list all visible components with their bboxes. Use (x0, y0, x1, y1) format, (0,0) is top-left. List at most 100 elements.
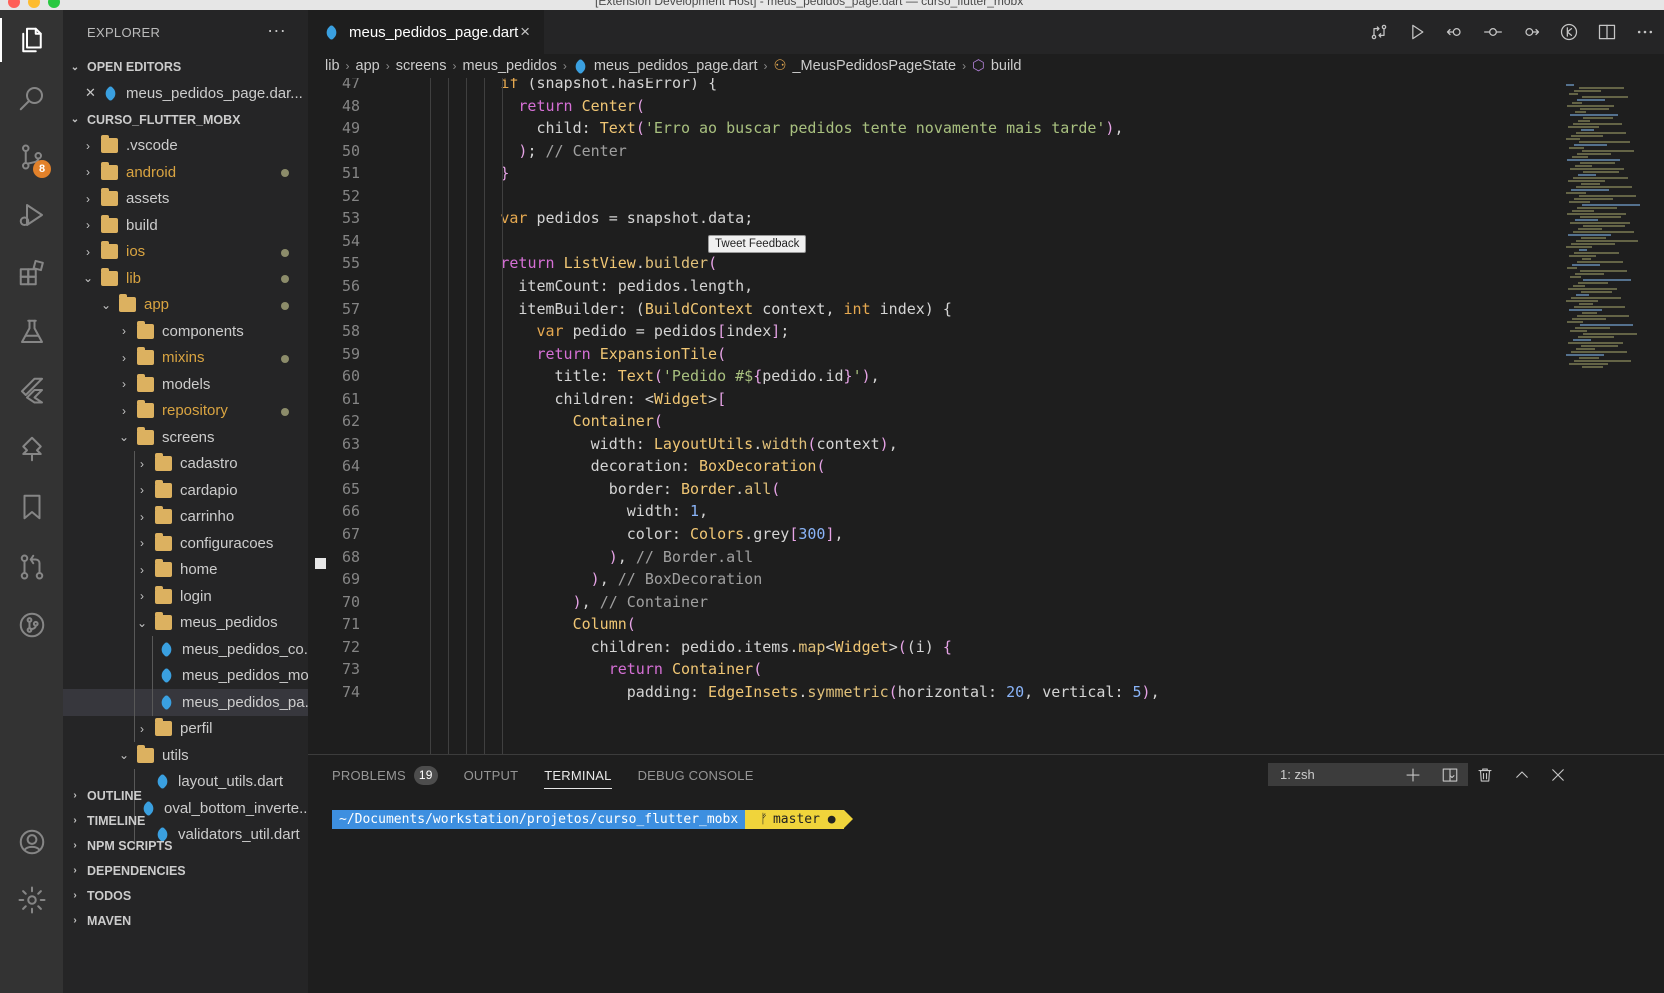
code-line[interactable]: 64 decoration: BoxDecoration( (308, 455, 1560, 479)
activity-bookmarks[interactable] (0, 477, 63, 537)
panel-tab-debug-console[interactable]: DEBUG CONSOLE (638, 755, 754, 795)
panel-tab-problems[interactable]: PROBLEMS 19 (332, 755, 438, 795)
code-line[interactable]: 52 (308, 185, 1560, 209)
breadcrumb-item[interactable]: app (356, 58, 380, 74)
code-line[interactable]: 63 width: LayoutUtils.width(context), (308, 433, 1560, 457)
split-terminal-button[interactable] (1439, 764, 1461, 786)
tree-item[interactable]: › cadastro (63, 450, 308, 477)
section-outline[interactable]: › OUTLINE (63, 783, 308, 808)
tree-item[interactable]: › components (63, 318, 308, 345)
tree-item[interactable]: › login (63, 583, 308, 610)
code-line[interactable]: 72 children: pedido.items.map<Widget>((i)… (308, 636, 1560, 660)
project-header[interactable]: ⌄ CURSO_FLUTTER_MOBX (63, 107, 308, 133)
tree-item[interactable]: ⌄ screens (63, 424, 308, 451)
code-line[interactable]: 67 color: Colors.grey[300], (308, 523, 1560, 547)
more-actions-icon[interactable]: ··· (267, 20, 286, 41)
code-line[interactable]: 49 child: Text('Erro ao buscar pedidos te… (308, 117, 1560, 141)
code-line[interactable]: 74 padding: EdgeInsets.symmetric(horizont… (308, 681, 1560, 705)
section-maven[interactable]: › MAVEN (63, 908, 308, 933)
breadcrumb-item[interactable]: meus_pedidos_page.dart (594, 58, 758, 74)
breadcrumb-item[interactable]: meus_pedidos (463, 58, 557, 74)
tree-item[interactable]: › models (63, 371, 308, 398)
code-line[interactable]: 59 return ExpansionTile( (308, 343, 1560, 367)
activity-tree[interactable] (0, 419, 63, 479)
more-editor-actions-button[interactable] (1626, 10, 1664, 54)
code-editor[interactable]: Tweet Feedback 47 if (snapshot.hasError) … (308, 78, 1560, 754)
tree-item[interactable]: meus_pedidos_mo... (63, 662, 308, 689)
tree-item[interactable]: › .vscode (63, 133, 308, 160)
code-line[interactable]: 55 return ListView.builder( (308, 252, 1560, 276)
tree-item[interactable]: › home (63, 556, 308, 583)
activity-flutter[interactable] (0, 360, 63, 420)
go-forward-button[interactable] (1512, 10, 1550, 54)
zoom-window-button[interactable] (48, 0, 60, 8)
activity-accounts[interactable] (0, 812, 63, 872)
close-panel-button[interactable] (1547, 764, 1569, 786)
tree-item[interactable]: › android (63, 159, 308, 186)
terminal-select[interactable]: 1: zsh ⌄ (1268, 763, 1468, 786)
activity-pull-requests[interactable] (0, 537, 63, 597)
code-line[interactable]: 66 width: 1, (308, 500, 1560, 524)
code-line[interactable]: 54 (308, 230, 1560, 254)
activity-manage[interactable] (0, 870, 63, 930)
activity-search[interactable] (0, 68, 63, 128)
tree-item[interactable]: › carrinho (63, 503, 308, 530)
code-line[interactable]: 60 title: Text('Pedido #${pedido.id}'), (308, 365, 1560, 389)
close-icon[interactable]: ✕ (85, 85, 99, 101)
section-dependencies[interactable]: › DEPENDENCIES (63, 858, 308, 883)
section-timeline[interactable]: › TIMELINE (63, 808, 308, 833)
tree-item[interactable]: › perfil (63, 715, 308, 742)
code-line[interactable]: 68), // Border.all (308, 546, 1560, 570)
tree-item[interactable]: ⌄ lib (63, 265, 308, 292)
tree-item[interactable]: › build (63, 212, 308, 239)
tree-item[interactable]: › cardapio (63, 477, 308, 504)
minimize-window-button[interactable] (28, 0, 40, 8)
go-back-button[interactable] (1436, 10, 1474, 54)
tree-item[interactable]: › configuracoes (63, 530, 308, 557)
commit-button[interactable] (1474, 10, 1512, 54)
breadcrumb-item[interactable]: build (991, 58, 1022, 74)
code-line[interactable]: 65 border: Border.all( (308, 478, 1560, 502)
code-line[interactable]: 56 itemCount: pedidos.length, (308, 275, 1560, 299)
code-line[interactable]: 62 Container( (308, 410, 1560, 434)
section-npm-scripts[interactable]: › NPM SCRIPTS (63, 833, 308, 858)
code-line[interactable]: 57 itemBuilder: (BuildContext context, in… (308, 298, 1560, 322)
code-line[interactable]: 53 var pedidos = snapshot.data; (308, 207, 1560, 231)
git-lens-button[interactable] (1550, 10, 1588, 54)
maximize-panel-button[interactable] (1511, 764, 1533, 786)
code-line[interactable]: 73 return Container( (308, 658, 1560, 682)
breadcrumb-item[interactable]: lib (325, 58, 340, 74)
compare-changes-button[interactable] (1360, 10, 1398, 54)
code-line[interactable]: 50); // Center (308, 140, 1560, 164)
code-line[interactable]: 58 var pedido = pedidos[index]; (308, 320, 1560, 344)
breadcrumb-item[interactable]: screens (396, 58, 447, 74)
panel-tab-output[interactable]: OUTPUT (464, 755, 519, 795)
activity-git-graph[interactable] (0, 595, 63, 655)
tree-item[interactable]: › repository (63, 398, 308, 425)
section-todos[interactable]: › TODOS (63, 883, 308, 908)
open-editors-header[interactable]: ⌄ OPEN EDITORS (63, 54, 308, 80)
split-editor-button[interactable] (1588, 10, 1626, 54)
activity-testing[interactable] (0, 302, 63, 362)
activity-extensions[interactable] (0, 243, 63, 303)
tree-item[interactable]: meus_pedidos_co... (63, 636, 308, 663)
activity-run-debug[interactable] (0, 185, 63, 245)
minimap[interactable] (1560, 78, 1664, 754)
run-button[interactable] (1398, 10, 1436, 54)
open-editor-item[interactable]: ✕ meus_pedidos_page.dar... (63, 80, 308, 107)
code-line[interactable]: 48 return Center( (308, 95, 1560, 119)
new-terminal-button[interactable] (1402, 764, 1424, 786)
code-line[interactable]: 69), // BoxDecoration (308, 568, 1560, 592)
activity-explorer[interactable] (0, 10, 63, 70)
code-line[interactable]: 71 Column( (308, 613, 1560, 637)
kill-terminal-button[interactable] (1474, 764, 1496, 786)
tree-item[interactable]: › ios (63, 239, 308, 266)
tree-item[interactable]: › assets (63, 186, 308, 213)
code-line[interactable]: 51} (308, 162, 1560, 186)
panel-tab-terminal[interactable]: TERMINAL (544, 755, 612, 795)
close-tab-icon[interactable]: × (520, 22, 530, 42)
activity-source-control[interactable]: 8 (0, 127, 63, 187)
tree-item[interactable]: ⌄ meus_pedidos (63, 609, 308, 636)
close-window-button[interactable] (8, 0, 20, 8)
tree-item[interactable]: ⌄ app (63, 292, 308, 319)
